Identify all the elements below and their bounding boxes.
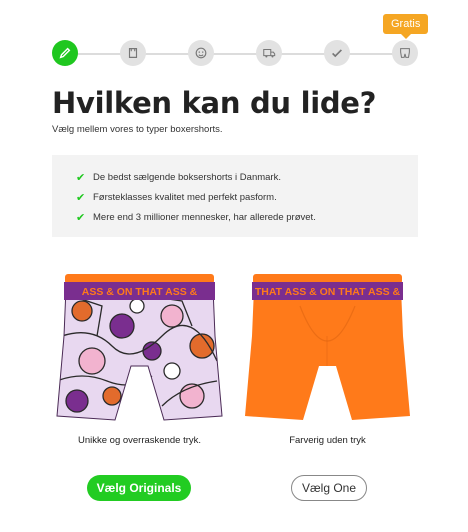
page-title: Hvilken kan du lide? xyxy=(52,86,377,120)
step-gift[interactable] xyxy=(392,40,418,66)
check-icon: ✔ xyxy=(76,211,86,224)
pencil-icon xyxy=(59,47,71,59)
progress-stepper xyxy=(52,40,420,68)
benefit-text: Mere end 3 millioner mennesker, har alle… xyxy=(93,211,316,223)
benefit-item: ✔ Mere end 3 millioner mennesker, har al… xyxy=(76,207,418,227)
benefits-box: ✔ De bedst sælgende boksershorts i Danma… xyxy=(52,155,418,237)
product-originals[interactable]: ASS & ON THAT ASS & Unikke og overrasken… xyxy=(52,266,227,448)
page-subtitle: Vælg mellem vores to typer boxershorts. xyxy=(52,124,223,135)
step-design[interactable] xyxy=(52,40,78,66)
shirt-icon xyxy=(128,48,138,58)
waistband-text: ASS & ON THAT ASS & xyxy=(82,286,198,298)
step-shipping[interactable] xyxy=(256,40,282,66)
check-icon: ✔ xyxy=(76,171,86,184)
step-style[interactable] xyxy=(120,40,146,66)
truck-icon xyxy=(263,48,276,58)
benefit-text: Førsteklasses kvalitet med perfekt pasfo… xyxy=(93,191,277,203)
stepper-line xyxy=(66,53,406,55)
waistband-text: THAT ASS & ON THAT ASS & xyxy=(255,286,401,298)
benefit-text: De bedst sælgende boksershorts i Danmark… xyxy=(93,171,281,183)
select-originals-button[interactable]: Vælg Originals xyxy=(87,475,191,501)
product-caption: Farverig uden tryk xyxy=(289,435,366,446)
product-caption: Unikke og overraskende tryk. xyxy=(77,435,202,446)
benefit-item: ✔ Førsteklasses kvalitet med perfekt pas… xyxy=(76,187,418,207)
select-one-button[interactable]: Vælg One xyxy=(291,475,367,501)
gratis-badge: Gratis xyxy=(383,14,429,39)
benefit-item: ✔ De bedst sælgende boksershorts i Danma… xyxy=(76,167,418,187)
originals-boxers-image: ASS & ON THAT ASS & xyxy=(56,274,223,421)
step-confirm[interactable] xyxy=(324,40,350,66)
boxers-icon xyxy=(400,48,410,58)
product-one[interactable]: THAT ASS & ON THAT ASS & Farverig uden t… xyxy=(240,266,415,448)
checkmark-icon xyxy=(332,49,342,58)
one-boxers-image: THAT ASS & ON THAT ASS & xyxy=(245,274,410,420)
step-profile[interactable] xyxy=(188,40,214,66)
check-icon: ✔ xyxy=(76,191,86,204)
face-icon xyxy=(195,47,207,59)
